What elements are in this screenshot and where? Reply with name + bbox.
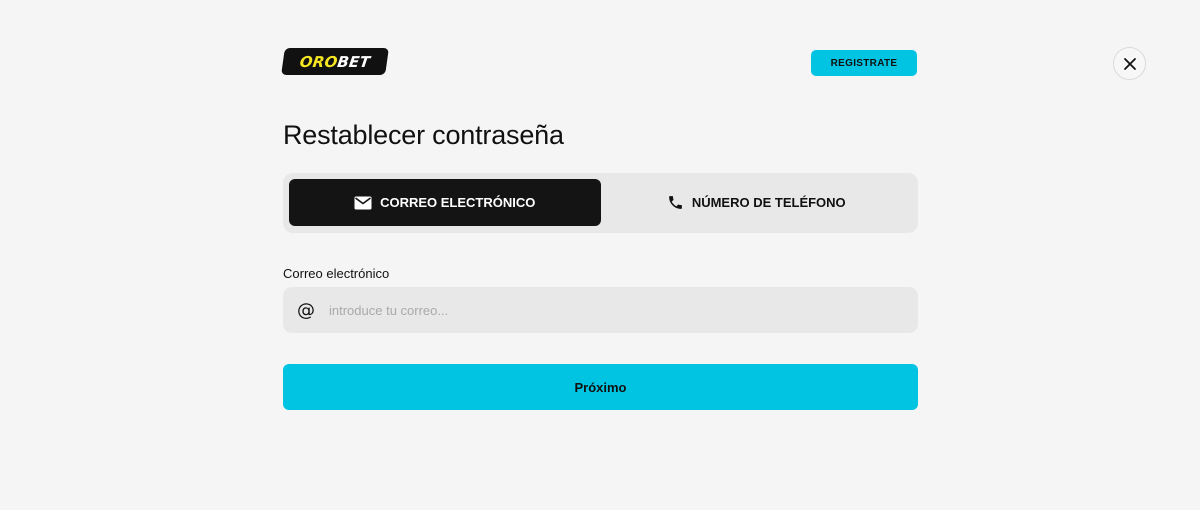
- page-title: Restablecer contraseña: [283, 120, 564, 150]
- recovery-method-tabs: CORREO ELECTRÓNICO NÚMERO DE TELÉFONO: [283, 173, 918, 233]
- at-icon: @: [297, 299, 315, 321]
- tab-email[interactable]: CORREO ELECTRÓNICO: [289, 179, 601, 226]
- orobet-logo[interactable]: OROBET: [281, 48, 389, 75]
- email-field-container: @: [283, 287, 918, 333]
- email-field[interactable]: [329, 287, 918, 333]
- tab-phone-label: NÚMERO DE TELÉFONO: [691, 195, 846, 210]
- register-button[interactable]: REGISTRATE: [811, 50, 917, 76]
- phone-icon: [667, 194, 684, 211]
- tab-email-label: CORREO ELECTRÓNICO: [380, 195, 536, 210]
- mail-icon: [354, 196, 372, 210]
- email-field-label: Correo electrónico: [283, 266, 390, 281]
- close-icon: [1123, 57, 1137, 71]
- reset-password-page: OROBET REGISTRATE Restablecer contraseña…: [0, 0, 1200, 510]
- tab-phone[interactable]: NÚMERO DE TELÉFONO: [601, 179, 913, 226]
- close-button[interactable]: [1113, 47, 1146, 80]
- next-button[interactable]: Próximo: [283, 364, 918, 410]
- logo-text: OROBET: [298, 52, 372, 71]
